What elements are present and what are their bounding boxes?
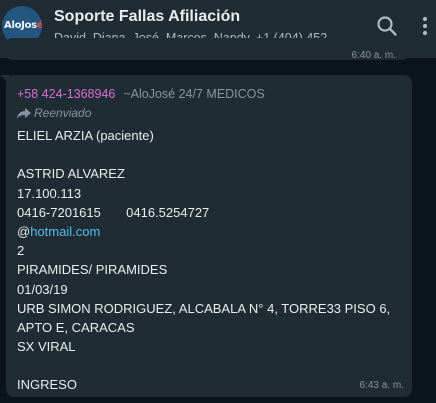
- message-time: 6:43 a. m.: [359, 380, 404, 391]
- previous-message-bubble: 6:40 a. m.: [6, 38, 408, 61]
- sender-phone[interactable]: +58 424-1368946: [17, 87, 115, 101]
- search-button[interactable]: [375, 14, 399, 38]
- bubble-tail: [0, 75, 10, 85]
- email-prefix: @: [17, 223, 31, 239]
- avatar-logo-accent: é: [36, 20, 42, 31]
- forwarded-label: Reenviado: [34, 106, 92, 120]
- message-text: ELIEL ARZIA (paciente) ASTRID ALVAREZ 17…: [17, 126, 407, 395]
- previous-message-time: 6:40 a. m.: [351, 50, 396, 61]
- more-vertical-icon: [422, 16, 428, 36]
- sender-name: ~AloJosé 24/7 MEDICOS: [123, 87, 265, 101]
- email-link[interactable]: hotmail.com: [30, 224, 100, 239]
- message-line: SX VIRAL: [17, 339, 76, 355]
- message-line: ELIEL ARZIA (paciente): [17, 128, 154, 143]
- message-line: PIRAMIDES/ PIRAMIDES: [17, 262, 168, 278]
- message-line: INGRESO: [17, 377, 77, 393]
- forwarded-indicator: Reenviado: [17, 106, 91, 120]
- message-line: URB SIMON RODRIGUEZ, ALCABALA N° 4, TORR…: [17, 300, 391, 316]
- message-line: 0416-7201615 0416.5254727: [17, 204, 210, 220]
- avatar-logo: AloJosé: [4, 20, 42, 31]
- message-line: ASTRID ALVAREZ: [17, 166, 125, 182]
- chat-title[interactable]: Soporte Fallas Afiliación: [54, 8, 240, 26]
- message-line: 01/03/19: [17, 281, 68, 297]
- message-line: APTO E, CARACAS: [17, 319, 135, 335]
- search-icon: [377, 16, 397, 36]
- forward-icon: [17, 108, 31, 119]
- message-bubble[interactable]: +58 424-1368946 ~AloJosé 24/7 MEDICOS Ree…: [0, 75, 412, 397]
- message-sender[interactable]: +58 424-1368946 ~AloJosé 24/7 MEDICOS: [17, 87, 265, 101]
- email-line: @hotmail.com: [17, 222, 407, 241]
- avatar-logo-text: AloJos: [4, 20, 37, 31]
- message-line: [17, 145, 407, 164]
- message-line: [17, 356, 407, 375]
- more-options-button[interactable]: [418, 14, 432, 38]
- message-line: 2: [17, 243, 25, 259]
- message-line: 17.100.113: [17, 185, 82, 201]
